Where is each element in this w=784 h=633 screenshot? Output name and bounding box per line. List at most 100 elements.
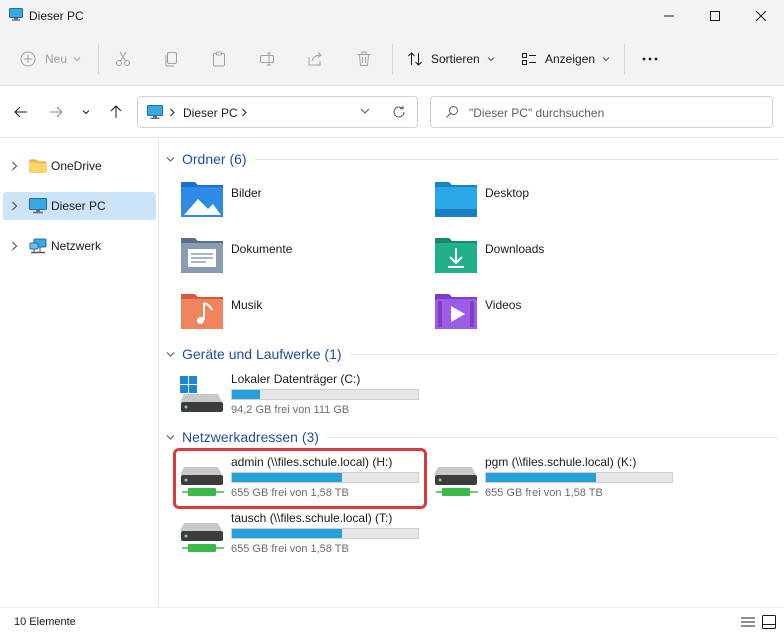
breadcrumb-item[interactable]: Dieser PC [183,106,238,120]
rename-icon [260,52,274,66]
network-drive-icon [180,467,224,496]
address-bar[interactable]: Dieser PC [137,96,418,128]
forward-button[interactable] [44,100,68,124]
drive-c[interactable]: Lokaler Datenträger (C:) 94,2 GB frei vo… [180,372,430,422]
tiles-view-button[interactable] [761,614,777,630]
folder-label: Downloads [485,242,545,256]
trash-icon [357,51,371,66]
chevron-down-icon [602,57,610,62]
arrow-left-icon [14,106,27,118]
drive-usage-fill [232,390,260,399]
folder-label: Videos [485,298,522,312]
toolbar-separator [98,44,99,74]
chevron-down-icon[interactable] [166,434,175,441]
navigation-bar: Dieser PC [0,86,784,138]
search-input[interactable] [469,104,759,122]
sort-icon [408,52,422,66]
drive-free-space: 94,2 GB frei von 111 GB [231,404,350,416]
group-divider [326,436,778,438]
share-button[interactable] [307,46,323,72]
more-options-button[interactable] [640,46,660,72]
sidebar-item-netzwerk[interactable]: Netzwerk [3,232,156,260]
chevron-down-icon[interactable] [166,156,175,163]
sort-label: Sortieren [431,52,480,66]
folder-downloads[interactable]: Downloads [434,235,674,279]
drive-t[interactable]: tausch (\\files.schule.local) (T:) 655 G… [180,511,430,561]
drive-usage-bar [231,528,419,539]
network-drive-icon [434,467,478,496]
drive-usage-bar [231,472,419,483]
chevron-down-icon [487,57,495,62]
folder-label: Dokumente [231,242,293,256]
computer-icon [29,198,47,214]
scissors-icon [116,51,130,66]
downloads-folder-icon [435,238,477,273]
command-bar: Neu Sortieren Anzeigen [0,32,784,86]
cut-button[interactable] [115,46,131,72]
delete-button[interactable] [356,46,372,72]
group-header-devices[interactable]: Geräte und Laufwerke (1) [166,344,778,364]
folder-dokumente[interactable]: Dokumente [180,235,420,279]
folder-desktop[interactable]: Desktop [434,179,674,223]
refresh-icon[interactable] [392,105,406,119]
drive-usage-fill [232,529,342,538]
folder-videos[interactable]: Videos [434,291,674,335]
computer-icon [9,8,23,21]
paste-button[interactable] [211,46,227,72]
up-button[interactable] [104,100,128,124]
clipboard-icon [213,51,225,67]
view-label: Anzeigen [545,52,596,66]
sidebar-item-dieser-pc[interactable]: Dieser PC [3,192,156,220]
drive-name: tausch (\\files.schule.local) (T:) [231,511,393,525]
details-view-icon [741,617,755,627]
chevron-down-icon [82,110,90,115]
sidebar-item-label: Netzwerk [51,239,102,253]
title-bar: Dieser PC [0,0,784,32]
sidebar-item-onedrive[interactable]: OneDrive [3,152,156,180]
drive-h[interactable]: admin (\\files.schule.local) (H:) 655 GB… [180,455,430,505]
rename-button[interactable] [259,46,275,72]
view-list-icon [522,53,536,65]
folder-musik[interactable]: Musik [180,291,420,335]
close-button[interactable] [738,0,784,32]
copy-button[interactable] [163,46,179,72]
drive-free-space: 655 GB frei von 1,58 TB [231,487,349,499]
sort-button[interactable]: Sortieren [407,46,495,72]
chevron-down-icon [73,57,81,62]
folder-label: Desktop [485,186,530,200]
new-button[interactable]: Neu [20,46,81,72]
folder-label: Musik [231,298,263,312]
drive-k[interactable]: pgm (\\files.schule.local) (K:) 655 GB f… [434,455,684,505]
maximize-button[interactable] [692,0,738,32]
search-box[interactable] [430,96,773,128]
group-header-folders[interactable]: Ordner (6) [166,149,778,169]
chevron-right-icon [170,108,175,117]
chevron-down-icon[interactable] [166,351,175,358]
network-icon [29,238,47,254]
status-bar: 10 Elemente [0,607,784,633]
folder-bilder[interactable]: Bilder [180,179,420,223]
system-drive-icon [180,376,223,412]
details-view-button[interactable] [740,614,756,630]
pictures-folder-icon [181,182,223,217]
recent-locations-button[interactable] [74,100,98,124]
more-icon [642,57,658,61]
group-divider [349,353,778,355]
toolbar-separator [624,44,625,74]
group-title: Netzwerkadressen (3) [182,429,319,445]
content-pane: Ordner (6) Bilder Desktop Dokumente Down… [160,139,784,607]
group-title: Ordner (6) [182,151,247,167]
drive-name: pgm (\\files.schule.local) (K:) [485,455,637,469]
window-title: Dieser PC [29,9,84,23]
group-header-network[interactable]: Netzwerkadressen (3) [166,427,778,447]
group-title: Geräte und Laufwerke (1) [182,346,342,362]
back-button[interactable] [9,100,33,124]
chevron-right-icon[interactable] [11,161,18,171]
desktop-folder-icon [435,182,477,217]
chevron-right-icon[interactable] [11,241,18,251]
minimize-button[interactable] [646,0,692,32]
chevron-right-icon[interactable] [11,201,18,211]
chevron-down-icon[interactable] [360,106,370,116]
view-button[interactable]: Anzeigen [521,46,610,72]
drive-usage-bar [485,472,673,483]
